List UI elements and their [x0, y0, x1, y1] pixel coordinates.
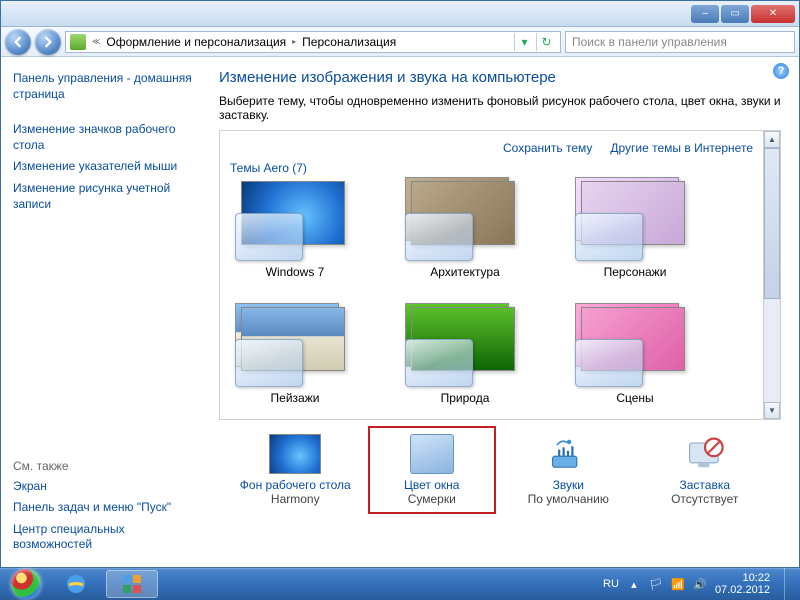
theme-name: Природа	[441, 391, 490, 405]
tray-network-icon[interactable]: 📶	[671, 577, 685, 591]
forward-button[interactable]	[35, 29, 61, 55]
window-color-value: Сумерки	[408, 492, 456, 506]
maximize-button[interactable]: ▭	[721, 5, 749, 23]
aero-glass-icon	[405, 339, 473, 387]
window-color-label: Цвет окна	[404, 478, 459, 492]
desktop-background-button[interactable]: Фон рабочего стола Harmony	[235, 430, 355, 510]
scrollbar[interactable]: ▲ ▼	[763, 131, 780, 419]
themes-box: Сохранить тему Другие темы в Интернете Т…	[219, 130, 781, 420]
explorer-window: – ▭ ✕ ≪ Оформление и персонализация ▸ Пе…	[0, 0, 800, 568]
theme-land[interactable]: Пейзажи	[230, 307, 360, 405]
sidebar-link-mouse-pointers[interactable]: Изменение указателей мыши	[13, 159, 199, 175]
tray-clock[interactable]: 10:22 07.02.2012	[715, 572, 770, 596]
sounds-button[interactable]: Звуки По умолчанию	[508, 430, 628, 510]
theme-thumb	[575, 181, 695, 261]
start-orb-icon	[11, 569, 41, 599]
window-color-icon	[410, 434, 454, 474]
system-tray: RU ▴ 🏳 📶 🔊 10:22 07.02.2012	[603, 568, 794, 600]
theme-name: Windows 7	[266, 265, 325, 279]
window-color-button[interactable]: Цвет окна Сумерки	[372, 430, 492, 510]
theme-arch[interactable]: Архитектура	[400, 181, 530, 279]
theme-nat[interactable]: Природа	[400, 307, 530, 405]
clock-date: 07.02.2012	[715, 584, 770, 596]
theme-thumb	[235, 181, 355, 261]
wallpaper-label: Фон рабочего стола	[240, 478, 351, 492]
sidebar: Панель управления - домашняя страница Из…	[1, 57, 211, 567]
aero-glass-icon	[405, 213, 473, 261]
aero-glass-icon	[235, 213, 303, 261]
theme-name: Архитектура	[430, 265, 500, 279]
tray-flag-icon[interactable]: 🏳	[649, 577, 663, 591]
scroll-thumb[interactable]	[764, 148, 780, 299]
theme-thumb	[405, 181, 525, 261]
search-input[interactable]: Поиск в панели управления	[565, 31, 795, 53]
clock-time: 10:22	[715, 572, 770, 584]
theme-name: Сцены	[616, 391, 653, 405]
more-themes-link[interactable]: Другие темы в Интернете	[610, 141, 753, 155]
taskbar: RU ▴ 🏳 📶 🔊 10:22 07.02.2012	[0, 568, 800, 600]
tray-chevron-icon[interactable]: ▴	[627, 577, 641, 591]
titlebar: – ▭ ✕	[1, 1, 799, 27]
screensaver-label: Заставка	[679, 478, 730, 492]
theme-name: Персонажи	[604, 265, 667, 279]
language-indicator[interactable]: RU	[603, 578, 619, 590]
aero-group-label: Темы Aero (7)	[230, 161, 753, 175]
control-panel-icon	[70, 34, 86, 50]
page-title: Изменение изображения и звука на компьют…	[219, 69, 781, 86]
aero-glass-icon	[235, 339, 303, 387]
main-pane: ? Изменение изображения и звука на компь…	[211, 57, 799, 567]
wallpaper-icon	[269, 434, 321, 474]
minimize-button[interactable]: –	[691, 5, 719, 23]
theme-pers[interactable]: Персонажи	[570, 181, 700, 279]
sounds-label: Звуки	[553, 478, 584, 492]
theme-scen[interactable]: Сцены	[570, 307, 700, 405]
tray-volume-icon[interactable]: 🔊	[693, 577, 707, 591]
see-also-header: См. также	[13, 459, 199, 473]
page-description: Выберите тему, чтобы одновременно измени…	[219, 94, 781, 122]
scroll-up-button[interactable]: ▲	[764, 131, 780, 148]
breadcrumb-personalization[interactable]: Персонализация	[302, 35, 396, 49]
wallpaper-value: Harmony	[271, 492, 320, 506]
sidebar-link-desktop-icons[interactable]: Изменение значков рабочего стола	[13, 122, 199, 153]
dropdown-icon[interactable]: ▾	[514, 33, 534, 51]
address-bar[interactable]: ≪ Оформление и персонализация ▸ Персонал…	[65, 31, 561, 53]
start-button[interactable]	[6, 569, 46, 599]
scroll-down-button[interactable]: ▼	[764, 402, 780, 419]
search-placeholder: Поиск в панели управления	[572, 35, 727, 49]
screensaver-value: Отсутствует	[671, 492, 738, 506]
seealso-display[interactable]: Экран	[13, 479, 199, 495]
breadcrumb-appearance[interactable]: Оформление и персонализация	[106, 35, 286, 49]
chevron-right-icon: ▸	[292, 37, 296, 46]
theme-win7[interactable]: Windows 7	[230, 181, 360, 279]
back-button[interactable]	[5, 29, 31, 55]
taskbar-ie-button[interactable]	[50, 570, 102, 598]
chevron-icon: ≪	[92, 37, 100, 46]
aero-glass-icon	[575, 339, 643, 387]
refresh-button[interactable]: ↻	[536, 33, 556, 51]
theme-thumb	[405, 307, 525, 387]
seealso-accessibility[interactable]: Центр специальных возможностей	[13, 522, 199, 553]
theme-thumb	[235, 307, 355, 387]
theme-name: Пейзажи	[271, 391, 320, 405]
save-theme-link[interactable]: Сохранить тему	[503, 141, 592, 155]
screensaver-icon	[679, 434, 731, 474]
bottom-row: Фон рабочего стола Harmony Цвет окна Сум…	[219, 430, 781, 514]
taskbar-explorer-button[interactable]	[106, 570, 158, 598]
sidebar-home-link[interactable]: Панель управления - домашняя страница	[13, 71, 199, 102]
navbar: ≪ Оформление и персонализация ▸ Персонал…	[1, 27, 799, 57]
sidebar-link-account-picture[interactable]: Изменение рисунка учетной записи	[13, 181, 199, 212]
theme-thumb	[575, 307, 695, 387]
sounds-icon	[542, 434, 594, 474]
sounds-value: По умолчанию	[528, 492, 609, 506]
show-desktop-button[interactable]	[784, 568, 794, 600]
seealso-taskbar[interactable]: Панель задач и меню "Пуск"	[13, 500, 199, 516]
screensaver-button[interactable]: Заставка Отсутствует	[645, 430, 765, 510]
close-button[interactable]: ✕	[751, 5, 795, 23]
help-button[interactable]: ?	[773, 63, 789, 79]
aero-glass-icon	[575, 213, 643, 261]
